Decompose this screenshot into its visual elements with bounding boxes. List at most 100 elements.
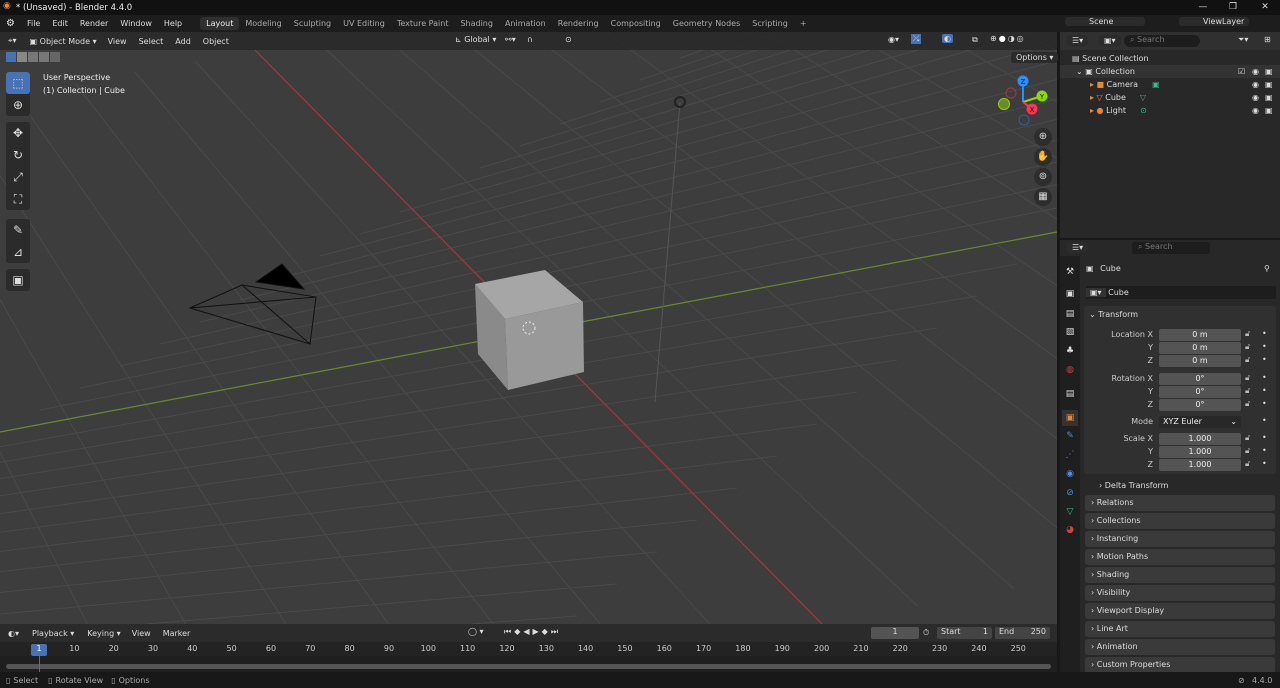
panel-shading[interactable]: › Shading xyxy=(1085,567,1275,583)
outliner-item-camera[interactable]: ▸ ■ Camera ▣ ◉ ▣ xyxy=(1060,78,1280,91)
menu-edit[interactable]: Edit xyxy=(46,19,74,28)
options-dropdown[interactable]: Options ▾ xyxy=(1011,52,1059,63)
overlay-toggle[interactable]: ◐ xyxy=(942,34,953,43)
output-tab-icon[interactable]: ▤ xyxy=(1062,306,1078,322)
blender-menu-icon[interactable]: ⚙ xyxy=(0,18,21,29)
playback-menu[interactable]: Playback ▾ xyxy=(27,627,80,639)
camera-view-icon[interactable]: ⊚ xyxy=(1034,168,1052,186)
tab-modeling[interactable]: Modeling xyxy=(239,17,287,30)
lock-icon[interactable]: 🔓︎ xyxy=(1245,399,1250,409)
lock-icon[interactable]: 🔓︎ xyxy=(1245,342,1250,352)
pin-icon[interactable]: ⚲ xyxy=(1264,264,1270,273)
tab-shading[interactable]: Shading xyxy=(454,17,499,30)
select-box-tool[interactable]: ⬚ xyxy=(6,72,30,94)
mode-dropdown[interactable]: ▣ Object Mode ▾ xyxy=(24,35,102,47)
keyframe-dot-icon[interactable]: • xyxy=(1262,373,1267,382)
prev-keyframe-icon[interactable]: ◆ xyxy=(514,627,523,636)
panel-line-art[interactable]: › Line Art xyxy=(1085,621,1275,637)
visibility-eye-icon[interactable]: ◉ xyxy=(1252,65,1259,78)
select-extend-icon[interactable] xyxy=(17,52,27,62)
scale-z-field[interactable]: 1.000 xyxy=(1159,459,1241,471)
outliner-search[interactable]: ⌕ Search xyxy=(1124,35,1200,47)
keyframe-dot-icon[interactable]: • xyxy=(1262,433,1267,442)
world-tab-icon[interactable]: ◍ xyxy=(1062,362,1078,378)
visibility-icon[interactable]: ◉▾ xyxy=(888,35,899,44)
keyframe-dot-icon[interactable]: • xyxy=(1262,355,1267,364)
menu-object[interactable]: Object xyxy=(197,37,235,46)
cube-object[interactable] xyxy=(475,270,584,390)
particles-tab-icon[interactable]: ⋰ xyxy=(1062,447,1078,463)
data-tab-icon[interactable]: ▽ xyxy=(1062,504,1078,520)
jump-end-icon[interactable]: ⏭ xyxy=(551,627,561,636)
render-tab-icon[interactable]: ▣ xyxy=(1062,286,1078,302)
constraints-tab-icon[interactable]: ⊘ xyxy=(1062,485,1078,501)
pan-view-icon[interactable]: ✋ xyxy=(1034,148,1052,166)
3d-viewport[interactable] xyxy=(0,32,1057,624)
material-tab-icon[interactable]: ◕ xyxy=(1062,522,1078,538)
menu-window[interactable]: Window xyxy=(114,19,158,28)
frame-ruler[interactable]: 10 20 30 40 50 60 70 80 90 100 110 120 130 140 150 160 1… xyxy=(0,644,1057,656)
minimize-button[interactable]: — xyxy=(1188,0,1218,15)
lock-icon[interactable]: 🔓︎ xyxy=(1245,433,1250,443)
location-z-field[interactable]: 0 m xyxy=(1159,355,1241,367)
menu-add[interactable]: Add xyxy=(169,37,197,46)
keyframe-dot-icon[interactable]: • xyxy=(1262,329,1267,338)
new-collection-icon[interactable]: ⊞ xyxy=(1264,35,1271,44)
shading-modes[interactable]: ⊕●◑◎ xyxy=(988,34,1028,43)
delta-transform-subpanel[interactable]: › Delta Transform xyxy=(1099,481,1168,490)
timeline-editor-type[interactable]: ◐▾ xyxy=(3,627,24,639)
keyframe-dot-icon[interactable]: • xyxy=(1262,342,1267,351)
lock-icon[interactable]: 🔓︎ xyxy=(1245,386,1250,396)
view-layer-tab-icon[interactable]: ▧ xyxy=(1062,324,1078,340)
render-camera-icon[interactable]: ▣ xyxy=(1265,65,1273,78)
properties-search[interactable]: ⌕ Search xyxy=(1132,242,1210,254)
scale-tool[interactable]: ⤢ xyxy=(6,166,30,188)
panel-visibility[interactable]: › Visibility xyxy=(1085,585,1275,601)
tab-uv-editing[interactable]: UV Editing xyxy=(337,17,391,30)
exclude-checkbox[interactable]: ☑ xyxy=(1238,65,1245,78)
transform-tool[interactable]: ⛶ xyxy=(6,188,30,210)
preview-range-icon[interactable]: ⏱ xyxy=(923,628,929,638)
camera-object[interactable] xyxy=(188,263,317,345)
select-subtract-icon[interactable] xyxy=(28,52,38,62)
next-keyframe-icon[interactable]: ◆ xyxy=(542,627,551,636)
keyframe-dot-icon[interactable]: • xyxy=(1262,446,1267,455)
scene-selector[interactable]: Scene xyxy=(1065,17,1145,26)
panel-collections[interactable]: › Collections xyxy=(1085,513,1275,529)
menu-select[interactable]: Select xyxy=(133,37,170,46)
playhead-frame[interactable]: 1 xyxy=(31,644,47,656)
rotation-x-field[interactable]: 0° xyxy=(1159,373,1241,385)
outliner-item-cube[interactable]: ▸ ▽ Cube ▽ ◉ ▣ xyxy=(1060,91,1280,104)
tab-rendering[interactable]: Rendering xyxy=(552,17,605,30)
keyframe-dot-icon[interactable]: • xyxy=(1262,416,1267,425)
object-tab-icon[interactable]: ▣ xyxy=(1062,410,1078,426)
lock-icon[interactable]: 🔓︎ xyxy=(1245,329,1250,339)
viewlayer-selector[interactable]: ViewLayer xyxy=(1179,17,1249,26)
collection-tab-icon[interactable]: ▤ xyxy=(1062,386,1078,402)
perspective-toggle-icon[interactable]: ▦ xyxy=(1034,188,1052,206)
select-new-icon[interactable] xyxy=(6,52,16,62)
object-name-field[interactable]: ▣▾ Cube xyxy=(1086,286,1276,299)
rotation-y-field[interactable]: 0° xyxy=(1159,386,1241,398)
scale-x-field[interactable]: 1.000 xyxy=(1159,433,1241,445)
keying-menu[interactable]: Keying ▾ xyxy=(82,627,126,639)
jump-start-icon[interactable]: ⏮ xyxy=(504,627,514,636)
outliner-item-light[interactable]: ▸ ● Light ⊙ ◉ ▣ xyxy=(1060,104,1280,117)
transform-panel-header[interactable]: ⌄ Transform xyxy=(1089,310,1138,319)
modifier-tab-icon[interactable]: ✎ xyxy=(1062,428,1078,444)
menu-render[interactable]: Render xyxy=(74,19,114,28)
cursor-tool[interactable]: ⊕ xyxy=(6,94,30,116)
current-frame-field[interactable]: 1 xyxy=(871,627,919,639)
keyframe-dot-icon[interactable]: • xyxy=(1262,386,1267,395)
scene-tab-icon[interactable]: ♣ xyxy=(1062,343,1078,359)
tab-sculpting[interactable]: Sculpting xyxy=(288,17,337,30)
end-frame-field[interactable]: End 250 xyxy=(995,627,1050,639)
add-cube-tool[interactable]: ▣ xyxy=(6,269,30,291)
orientation-dropdown[interactable]: ⊾ Global ▾ xyxy=(450,34,502,45)
menu-help[interactable]: Help xyxy=(158,19,188,28)
auto-keying-toggle[interactable]: ◯ ▾ xyxy=(468,627,484,636)
scale-y-field[interactable]: 1.000 xyxy=(1159,446,1241,458)
marker-menu[interactable]: Marker xyxy=(157,629,197,638)
tab-texture-paint[interactable]: Texture Paint xyxy=(391,17,455,30)
tab-scripting[interactable]: Scripting xyxy=(746,17,794,30)
